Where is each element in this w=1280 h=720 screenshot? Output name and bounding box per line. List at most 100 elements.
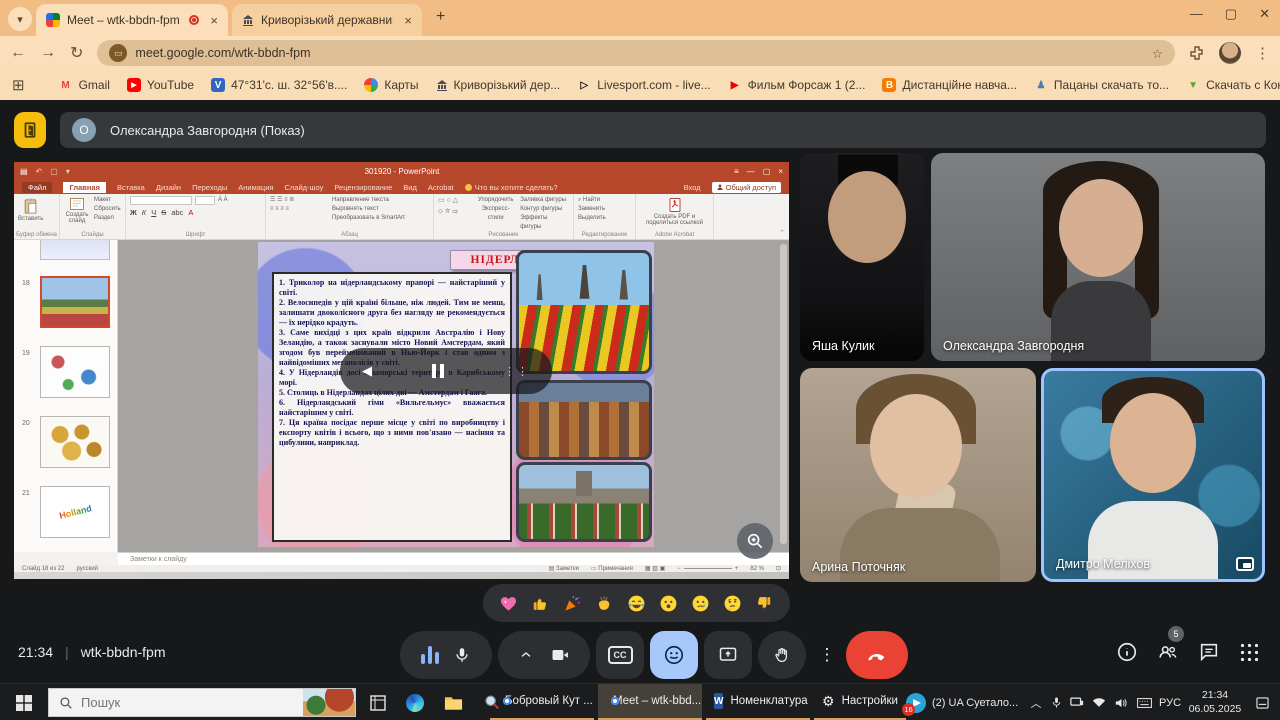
profile-avatar[interactable] [1219,42,1241,64]
forward-icon[interactable]: → [40,44,56,62]
reactions-button-active[interactable] [650,631,698,679]
list-align-buttons[interactable]: ☰ ☰ ≡ ≣≡ ≡ ≡ ≡ [270,196,328,214]
font-color-button[interactable]: А [188,208,193,217]
ppt-tab-insert[interactable]: Вставка [117,183,145,192]
font-size-select[interactable] [195,196,215,205]
save-icon[interactable]: ▤ [20,167,28,176]
meeting-room-button[interactable] [14,112,46,148]
reload-icon[interactable]: ↻ [70,43,83,63]
reset-button[interactable]: Сбросить [94,205,121,214]
reaction-laugh[interactable] [625,592,647,614]
reaction-sparkling-heart[interactable] [498,592,520,614]
ppt-tab-view[interactable]: Вид [403,183,417,192]
bookmark-youtube[interactable]: ▶YouTube [127,78,194,92]
tray-wifi[interactable] [1088,684,1110,720]
meeting-details-button[interactable] [1116,641,1138,668]
reaction-clap[interactable] [594,592,616,614]
close-icon[interactable]: ✕ [1259,6,1270,22]
close-tab-icon[interactable]: × [404,13,412,28]
search-input[interactable] [81,695,251,710]
taskbar-app-word[interactable]: W Номенклатура ... [706,684,810,720]
new-tab-button[interactable]: + [436,8,445,26]
tray-touch-keyboard[interactable] [1132,684,1156,720]
tray-clock[interactable]: 21:34 06.05.2025 [1186,684,1244,720]
collapse-ribbon-icon[interactable]: ⌃ [779,229,785,237]
notes-toggle[interactable]: ▤ Заметки [549,565,579,572]
bookmark-star-icon[interactable]: ☆ [1152,46,1163,61]
reaction-party[interactable] [562,592,584,614]
tray-microphone[interactable] [1046,684,1066,720]
activities-button[interactable] [1238,641,1258,661]
end-call-button[interactable] [846,631,908,679]
fit-slide-icon[interactable]: ⊡ [776,565,781,572]
undo-icon[interactable]: ↶ [36,167,43,176]
tray-chevron-up[interactable]: ︿ [1026,684,1046,720]
grow-shrink-font[interactable]: А́ А̀ [218,196,228,205]
maximize-icon[interactable]: ▢ [1225,6,1237,22]
ppt-tab-review[interactable]: Рецензирование [334,183,392,192]
extensions-puzzle-icon[interactable] [1189,45,1205,61]
view-buttons[interactable]: ▦ ▥ ▣ [645,565,665,572]
file-explorer-button[interactable] [436,684,470,720]
font-name-select[interactable] [130,196,192,205]
participants-button[interactable] [1156,641,1180,668]
replace-button[interactable]: Заменить [578,205,606,214]
captions-button[interactable]: CC [596,631,644,679]
reaction-thinking[interactable] [721,592,743,614]
tray-telegram[interactable]: 16 (2) UA Суетало... [906,684,1024,720]
section-button[interactable]: Раздел [94,214,121,223]
pause-icon[interactable] [432,364,444,378]
bookmark-maps[interactable]: Карты [364,78,418,92]
task-view-button[interactable] [362,684,394,720]
ppt-sign-in[interactable]: Вход [684,183,701,192]
quick-access-dropdown-icon[interactable]: ▾ [66,167,70,176]
slide-thumbnail-19[interactable] [40,346,110,398]
ppt-restore-icon[interactable]: ▢ [763,167,771,176]
tray-language[interactable]: РУС [1156,684,1184,720]
tray-device[interactable] [1066,684,1088,720]
italic-button[interactable]: К [142,208,146,217]
align-text-button[interactable]: Выровнять текст [332,205,405,214]
new-slide-button[interactable]: Создать слайд [64,196,90,224]
reaction-thumbs-up[interactable] [530,592,552,614]
ppt-scrollbar[interactable] [780,244,787,544]
close-tab-icon[interactable]: × [210,13,218,28]
mic-button[interactable] [400,631,492,679]
comments-toggle[interactable]: ▭ Примечания [591,565,633,572]
previous-icon[interactable]: ◀ [362,363,372,379]
edge-button[interactable] [398,684,432,720]
chat-button[interactable] [1198,641,1220,668]
drag-handle-icon[interactable]: ⋮⋮ [504,365,530,378]
bookmark-university[interactable]: Криворізький дер... [436,78,561,92]
taskbar-app-chrome-bobrovy[interactable]: Бобровый Кут ... [490,684,594,720]
zoom-slider[interactable]: −+ [677,566,738,572]
find-button[interactable]: ⌕ Найти [578,196,606,205]
ppt-share-button[interactable]: Общий доступ [712,182,781,193]
taskbar-app-chrome-meet-active[interactable]: Meet – wtk-bbd... [598,684,702,720]
ppt-tab-slideshow[interactable]: Слайд-шоу [284,183,323,192]
language-indicator[interactable]: русский [76,566,98,572]
zoom-level[interactable]: 82 % [750,566,764,572]
participant-tile-oleksandra[interactable]: Олександра Завгородня [931,153,1265,361]
zoom-in-overlay-button[interactable] [737,523,773,559]
layout-button[interactable]: Макет [94,196,121,205]
slide-thumbnail-20[interactable] [40,416,110,468]
camera-button[interactable] [498,631,590,679]
underline-button[interactable]: Ч [151,208,156,217]
minimize-icon[interactable]: — [1190,6,1203,22]
apps-grid-icon[interactable]: ⊞ [12,76,25,94]
ppt-tab-file[interactable]: Файл [22,182,52,193]
ppt-tab-animation[interactable]: Анимация [238,183,273,192]
slide-thumbnail-17[interactable] [40,240,110,260]
shape-effects-button[interactable]: Эффекты фигуры [520,214,569,232]
ppt-close-icon[interactable]: × [778,167,783,176]
tab-meet[interactable]: Meet – wtk-bbdn-fpm × [36,4,228,36]
present-button[interactable] [704,631,752,679]
create-pdf-button[interactable]: Создать PDF и поделиться ссылкой [640,196,709,226]
slide-thumbnail-18-current[interactable] [40,276,110,328]
select-button[interactable]: Выделить [578,214,606,223]
taskbar-app-settings[interactable]: ⚙ Настройки [814,684,906,720]
tab-search-button[interactable]: ▾ [8,7,32,31]
bookmark-patsany[interactable]: ♟Пацаны скачать то... [1034,78,1169,92]
participant-tile-dmytro-speaking[interactable]: Дмитро Меліхов [1041,368,1265,582]
